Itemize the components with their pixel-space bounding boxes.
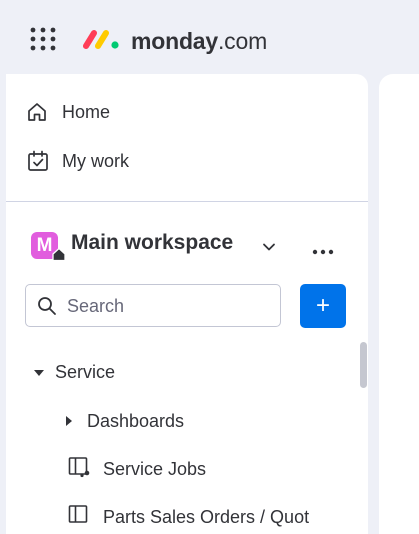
nav-item-my-work[interactable]: My work: [26, 147, 129, 175]
nav-home-label: Home: [62, 101, 111, 122]
top-bar: monday.com: [0, 0, 419, 74]
tree-item-label: Service: [55, 361, 116, 382]
more-options-icon[interactable]: [312, 242, 334, 260]
chevron-down-icon[interactable]: [262, 239, 276, 257]
brand-name-bold: monday: [131, 28, 218, 54]
workspace-home-icon: [52, 247, 66, 266]
search-input[interactable]: [67, 293, 267, 319]
workspace-selector[interactable]: M Main workspace: [31, 230, 351, 262]
tree-folder-dashboards[interactable]: Dashboards: [64, 408, 184, 434]
caret-right-icon: [64, 411, 74, 432]
tree-board-parts-sales-orders[interactable]: Parts Sales Orders / Quot: [68, 504, 309, 530]
calendar-check-icon: [26, 149, 50, 173]
sidebar-scrollbar[interactable]: [360, 342, 367, 388]
tree-folder-service[interactable]: Service: [33, 359, 115, 385]
app-switcher-icon[interactable]: [30, 27, 58, 53]
board-icon: [68, 504, 92, 531]
tree-item-label: Service Jobs: [103, 458, 207, 479]
workspace-name[interactable]: Main workspace: [71, 231, 233, 255]
tree-board-service-jobs[interactable]: Service Jobs: [68, 456, 206, 482]
brand-name-suffix: .com: [217, 28, 268, 54]
main-content-panel: [379, 74, 419, 534]
sidebar-divider: [6, 201, 368, 202]
nav-item-home[interactable]: Home: [26, 98, 110, 126]
add-item-button[interactable]: +: [300, 284, 346, 328]
monday-logo-icon[interactable]: [82, 28, 122, 50]
home-icon: [26, 101, 48, 123]
caret-down-icon: [33, 362, 45, 383]
tree-item-label: Dashboards: [87, 410, 185, 431]
search-box[interactable]: [25, 284, 281, 327]
board-icon: [68, 456, 92, 483]
nav-my-work-label: My work: [62, 150, 129, 171]
tree-item-label: Parts Sales Orders / Quot: [103, 506, 310, 527]
brand-name[interactable]: monday.com: [131, 26, 267, 56]
search-icon: [37, 296, 57, 321]
